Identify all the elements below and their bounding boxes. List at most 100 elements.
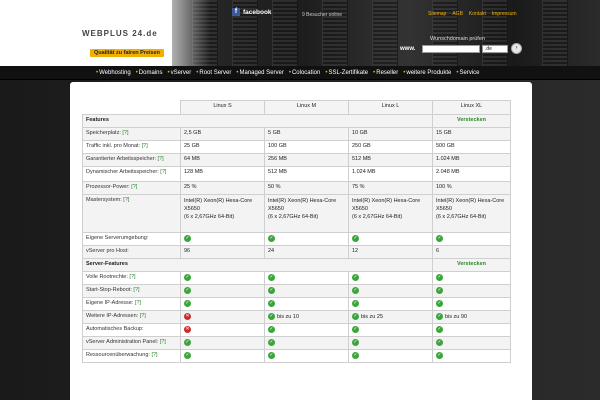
table-row: Ressourcenüberwachung: [?] ✓ ✓ ✓ ✓ bbox=[82, 349, 511, 363]
top-link-sitemap[interactable]: Sitemap bbox=[428, 11, 446, 17]
nav-bullet-icon: • bbox=[135, 69, 138, 76]
top-link-impressum[interactable]: Impressum bbox=[492, 11, 517, 17]
features-section-row: Features Verstecken bbox=[82, 114, 511, 128]
help-link[interactable]: [?] bbox=[151, 352, 157, 358]
nav-item-7[interactable]: Reseller bbox=[376, 70, 398, 76]
value-cell: 100 % bbox=[432, 181, 511, 195]
row-label: Dynamischer Arbeitsspeicher: [?] bbox=[82, 166, 181, 182]
value-cell: ✓ bbox=[264, 297, 349, 311]
nav-item-5[interactable]: Colocation bbox=[292, 70, 320, 76]
value-cell: ✓ bbox=[264, 349, 349, 363]
nav-item-8[interactable]: weitere Produkte bbox=[406, 70, 451, 76]
nav-bullet-icon: • bbox=[325, 69, 328, 76]
check-icon: ✓ bbox=[184, 339, 191, 346]
check-icon: ✓ bbox=[352, 326, 359, 333]
facebook-icon: f bbox=[232, 8, 240, 16]
section-title: Features bbox=[82, 114, 433, 128]
check-icon: ✓ bbox=[436, 326, 443, 333]
value-cell: 128 MB bbox=[180, 166, 265, 182]
cpu-line: (6 x 2,67GHz 64-Bit) bbox=[436, 214, 487, 220]
nav-item-2[interactable]: vServer bbox=[171, 70, 192, 76]
check-icon: ✓ bbox=[268, 235, 275, 242]
row-label-text: Ressourcenüberwachung: bbox=[86, 352, 150, 358]
value-cell: ✓ bbox=[348, 232, 433, 246]
site-logo[interactable]: WEBPLUS 24.de bbox=[82, 29, 158, 38]
cpu-line: Intel(R) Xeon(R) Hexa-Core bbox=[352, 198, 421, 204]
value-cell: ✓ bbox=[180, 297, 265, 311]
cpu-line: Intel(R) Xeon(R) Hexa-Core bbox=[184, 198, 253, 204]
help-link[interactable]: [?] bbox=[140, 313, 146, 319]
help-link[interactable]: [?] bbox=[158, 156, 164, 162]
value-cell: ✓ bbox=[432, 323, 511, 337]
help-link[interactable]: [?] bbox=[129, 274, 135, 280]
row-label: Garantierter Arbeitsspeicher: [?] bbox=[82, 153, 181, 167]
check-icon: ✓ bbox=[184, 235, 191, 242]
help-link[interactable]: [?] bbox=[123, 197, 129, 203]
table-row: Speicherplatz: [?] 2,5 GB 5 GB 10 GB 15 GB bbox=[82, 127, 511, 141]
top-link-agb[interactable]: AGB bbox=[452, 11, 463, 17]
table-row: Start-Stop-Reboot: [?] ✓ ✓ ✓ ✓ bbox=[82, 284, 511, 298]
value-cell: ✓ bbox=[432, 336, 511, 350]
facebook-link[interactable]: f facebook bbox=[232, 8, 272, 16]
plan-name: Linux XL bbox=[432, 100, 511, 115]
value-cell: ✓ bbox=[264, 323, 349, 337]
check-icon: ✓ bbox=[436, 313, 443, 320]
domain-go-button[interactable]: › bbox=[511, 43, 522, 54]
hide-toggle-link[interactable]: Verstecken bbox=[432, 114, 511, 128]
value-cell: Intel(R) Xeon(R) Hexa-Core X5650 (6 x 2,67… bbox=[432, 194, 511, 233]
cross-icon: ✕ bbox=[184, 313, 191, 320]
value-cell: ✓ bbox=[348, 297, 433, 311]
row-label: Eigene IP-Adresse: [?] bbox=[82, 297, 181, 311]
help-link[interactable]: [?] bbox=[122, 130, 128, 136]
cpu-line: (6 x 2,67GHz 64-Bit) bbox=[352, 214, 403, 220]
value-cell: 1.024 MB bbox=[348, 166, 433, 182]
nav-item-1[interactable]: Domains bbox=[139, 70, 163, 76]
empty-corner bbox=[83, 101, 181, 115]
table-row: vServer Administration Panel: [?] ✓ ✓ ✓ ✓ bbox=[82, 336, 511, 350]
row-label-text: Traffic inkl. pro Monat: bbox=[86, 143, 141, 149]
value-cell: ✕ bbox=[180, 323, 265, 337]
help-link[interactable]: [?] bbox=[135, 300, 141, 306]
row-label-text: vServer pro Host: bbox=[86, 248, 129, 254]
nav-item-3[interactable]: Root Server bbox=[199, 70, 231, 76]
nav-bullet-icon: • bbox=[373, 69, 376, 76]
row-label-text: Start-Stop-Reboot: bbox=[86, 287, 132, 293]
value-cell: 500 GB bbox=[432, 140, 511, 154]
help-link[interactable]: [?] bbox=[133, 287, 139, 293]
check-icon: ✓ bbox=[268, 326, 275, 333]
hide-toggle-link[interactable]: Verstecken bbox=[432, 258, 511, 272]
row-label-text: Eigene Serverumgebung: bbox=[86, 235, 149, 241]
section-title: Server-Features bbox=[82, 258, 433, 272]
nav-item-6[interactable]: SSL-Zertifikate bbox=[328, 70, 368, 76]
value-cell: 96 bbox=[180, 245, 265, 259]
domain-www-label: www. bbox=[400, 46, 416, 52]
value-cell: ✓ bbox=[348, 271, 433, 285]
row-label: Eigene Serverumgebung: bbox=[82, 232, 181, 246]
domain-input[interactable] bbox=[422, 45, 480, 53]
nav-bullet-icon: • bbox=[96, 69, 99, 76]
help-link[interactable]: [?] bbox=[142, 143, 148, 149]
help-link[interactable]: [?] bbox=[160, 169, 166, 175]
row-label-text: Mastersystem: bbox=[86, 197, 122, 203]
help-link[interactable]: [?] bbox=[131, 184, 137, 190]
nav-item-9[interactable]: Service bbox=[460, 70, 480, 76]
value-cell: 25 GB bbox=[180, 140, 265, 154]
cpu-line: X5650 bbox=[352, 206, 368, 212]
nav-item-4[interactable]: Managed Server bbox=[240, 70, 284, 76]
slogan-badge: Qualität zu fairen Preisen bbox=[90, 49, 165, 57]
table-row: Mastersystem: [?] Intel(R) Xeon(R) Hexa-C… bbox=[82, 194, 511, 233]
domain-tld-select[interactable]: .de bbox=[482, 45, 508, 53]
table-row: Eigene Serverumgebung: ✓ ✓ ✓ ✓ bbox=[82, 232, 511, 246]
cpu-line: Intel(R) Xeon(R) Hexa-Core bbox=[268, 198, 337, 204]
table-row: Volle Rootrechte: [?] ✓ ✓ ✓ ✓ bbox=[82, 271, 511, 285]
row-label: vServer pro Host: bbox=[82, 245, 181, 259]
help-link[interactable]: [?] bbox=[160, 339, 166, 345]
top-link-kontakt[interactable]: Kontakt bbox=[469, 11, 486, 17]
value-cell: ✓ bbox=[180, 284, 265, 298]
row-label: Volle Rootrechte: [?] bbox=[82, 271, 181, 285]
value-cell: 12 bbox=[348, 245, 433, 259]
cell-text: bis zu 10 bbox=[277, 313, 300, 320]
nav-item-0[interactable]: Webhosting bbox=[99, 70, 131, 76]
plan-name: Linux L bbox=[348, 100, 433, 115]
value-cell: ✓ bbox=[180, 349, 265, 363]
